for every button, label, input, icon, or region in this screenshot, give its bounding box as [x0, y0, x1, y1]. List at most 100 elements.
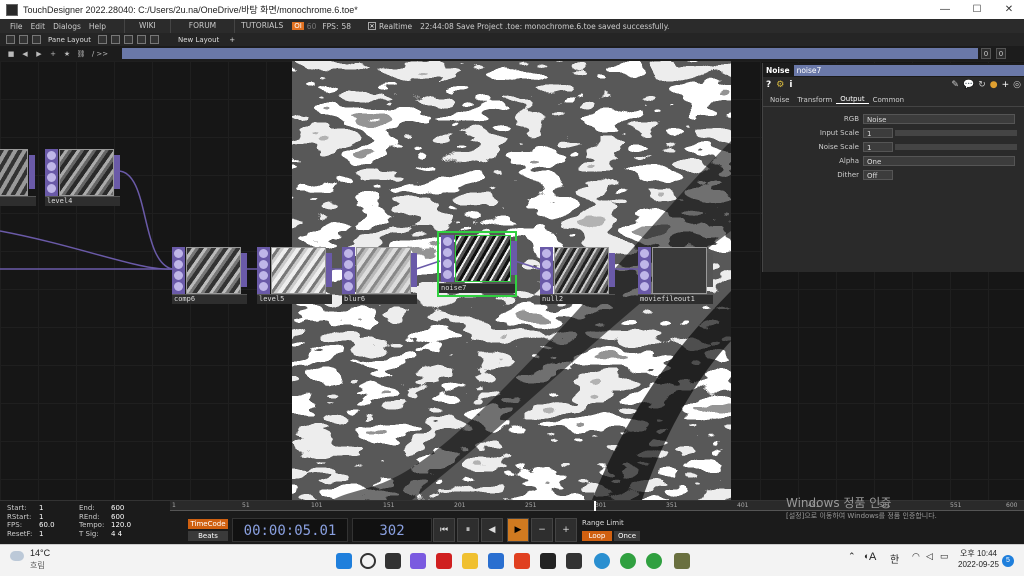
- volume-icon[interactable]: ◁: [926, 551, 933, 562]
- node-output-port[interactable]: [707, 253, 713, 287]
- touchdesigner-taskbar-icon[interactable]: [674, 553, 690, 569]
- wiki-link[interactable]: WIKI: [124, 19, 170, 33]
- node-noise7[interactable]: noise7: [437, 231, 517, 297]
- stat-value[interactable]: 120.0: [111, 521, 151, 530]
- playhead[interactable]: [594, 501, 596, 511]
- close-button[interactable]: ✕: [994, 0, 1024, 19]
- battery-icon[interactable]: ▭: [940, 551, 949, 562]
- forum-link[interactable]: FORUM: [169, 19, 234, 33]
- add-icon[interactable]: +: [48, 49, 58, 59]
- target-icon[interactable]: ◎: [1013, 80, 1021, 90]
- chrome-icon[interactable]: [620, 553, 636, 569]
- layout-3-icon[interactable]: [123, 35, 133, 44]
- node-blur6[interactable]: blur6: [342, 247, 417, 304]
- timeline-ruler[interactable]: 1 51 101 151 201 251 301 351 401 451 501…: [170, 501, 1024, 511]
- node-input-ports[interactable]: [638, 247, 651, 294]
- pane-split-icon[interactable]: [6, 35, 15, 44]
- pane-layout-button[interactable]: Pane Layout: [43, 36, 96, 44]
- rgb-dropdown[interactable]: Noise: [863, 113, 1015, 124]
- play-reverse-button[interactable]: ◀: [481, 518, 503, 542]
- stat-value[interactable]: 600: [111, 513, 151, 522]
- node-comp6[interactable]: comp6: [172, 247, 247, 304]
- stat-value[interactable]: 60.0: [39, 521, 79, 530]
- node-input-ports[interactable]: [342, 247, 355, 294]
- node-level4[interactable]: level4: [45, 149, 120, 206]
- tray-overflow-icon[interactable]: ⌃: [848, 551, 856, 562]
- tab-noise[interactable]: Noise: [766, 96, 793, 104]
- calendar-icon[interactable]: [566, 553, 582, 569]
- alpha-dropdown[interactable]: One: [863, 155, 1015, 166]
- stat-value[interactable]: 1: [39, 504, 79, 513]
- add-icon[interactable]: +: [1002, 80, 1010, 90]
- node-input-ports[interactable]: [45, 149, 58, 196]
- play-button[interactable]: ▶: [507, 518, 529, 542]
- refresh-icon[interactable]: ↻: [978, 80, 986, 90]
- layout-2-icon[interactable]: [110, 35, 120, 44]
- task-view-icon[interactable]: [385, 553, 401, 569]
- node-input-ports[interactable]: [441, 235, 454, 282]
- chrome-profile-icon[interactable]: [646, 553, 662, 569]
- node-input-ports[interactable]: [257, 247, 270, 294]
- menu-help[interactable]: Help: [85, 22, 110, 31]
- beats-toggle[interactable]: Beats: [188, 531, 228, 541]
- noise-scale-field[interactable]: 1: [863, 141, 893, 152]
- stat-value[interactable]: 1: [39, 513, 79, 522]
- node-input-ports[interactable]: [172, 247, 185, 294]
- tab-transform[interactable]: Transform: [793, 96, 836, 104]
- stat-value[interactable]: 1: [39, 530, 79, 539]
- node-output-port[interactable]: [609, 253, 615, 287]
- info-icon[interactable]: i: [789, 80, 792, 90]
- minimize-button[interactable]: —: [930, 0, 960, 19]
- frame-display[interactable]: 302: [352, 518, 432, 542]
- edge-icon[interactable]: [594, 553, 610, 569]
- timecode-toggle[interactable]: TimeCode: [188, 519, 228, 529]
- link-icon[interactable]: ⛓: [76, 49, 86, 59]
- maximize-button[interactable]: ☐: [962, 0, 992, 19]
- menu-dialogs[interactable]: Dialogs: [49, 22, 85, 31]
- clock-time[interactable]: 오후 10:44: [960, 548, 997, 559]
- input-scale-field[interactable]: 1: [863, 127, 893, 138]
- stat-value[interactable]: 4 4: [111, 530, 151, 539]
- ime-a[interactable]: A: [869, 551, 876, 563]
- path-num-right[interactable]: 0: [996, 48, 1006, 59]
- pane-home-icon[interactable]: [19, 35, 28, 44]
- node-output-port[interactable]: [29, 155, 35, 189]
- start-icon[interactable]: [336, 553, 352, 569]
- node-output-port[interactable]: [326, 253, 332, 287]
- node-null2[interactable]: null2: [540, 247, 615, 304]
- add-layout-button[interactable]: +: [224, 36, 240, 44]
- once-toggle[interactable]: Once: [614, 531, 640, 541]
- stat-value[interactable]: 600: [111, 504, 151, 513]
- node-moviefileout1[interactable]: moviefileout1: [638, 247, 713, 304]
- tab-common[interactable]: Common: [869, 96, 909, 104]
- tutorials-link[interactable]: TUTORIALS: [234, 19, 289, 33]
- file-explorer-icon[interactable]: [462, 553, 478, 569]
- node-output-port[interactable]: [411, 253, 417, 287]
- noise-scale-slider[interactable]: [895, 143, 1017, 150]
- layout-1-icon[interactable]: [97, 35, 107, 44]
- search-icon[interactable]: [360, 553, 376, 569]
- realtime-checkbox[interactable]: ✕: [368, 22, 377, 30]
- network-path-field[interactable]: [122, 48, 978, 59]
- rewind-button[interactable]: ⏮: [433, 518, 455, 542]
- bookmark-icon[interactable]: ★: [62, 49, 72, 59]
- node-output-port[interactable]: [511, 241, 517, 275]
- dither-toggle[interactable]: Off: [863, 169, 893, 180]
- comment-icon[interactable]: 💬: [963, 80, 974, 90]
- notion-icon[interactable]: [540, 553, 556, 569]
- input-scale-slider[interactable]: [895, 129, 1017, 136]
- step-back-button[interactable]: −: [531, 518, 553, 542]
- node-level5[interactable]: level5: [257, 247, 332, 304]
- python-icon[interactable]: ⚙: [776, 80, 784, 90]
- oi-badge[interactable]: OI: [292, 22, 304, 30]
- edit-icon[interactable]: ✎: [951, 80, 959, 90]
- menu-file[interactable]: File: [6, 22, 27, 31]
- office-icon[interactable]: [514, 553, 530, 569]
- help-icon[interactable]: ?: [766, 80, 771, 90]
- weather-icon[interactable]: [10, 551, 24, 561]
- clock-date[interactable]: 2022-09-25: [958, 560, 999, 569]
- forward-icon[interactable]: ▶: [34, 49, 44, 59]
- stop-icon[interactable]: ■: [6, 49, 16, 59]
- layout-5-icon[interactable]: [149, 35, 159, 44]
- step-forward-button[interactable]: +: [555, 518, 577, 542]
